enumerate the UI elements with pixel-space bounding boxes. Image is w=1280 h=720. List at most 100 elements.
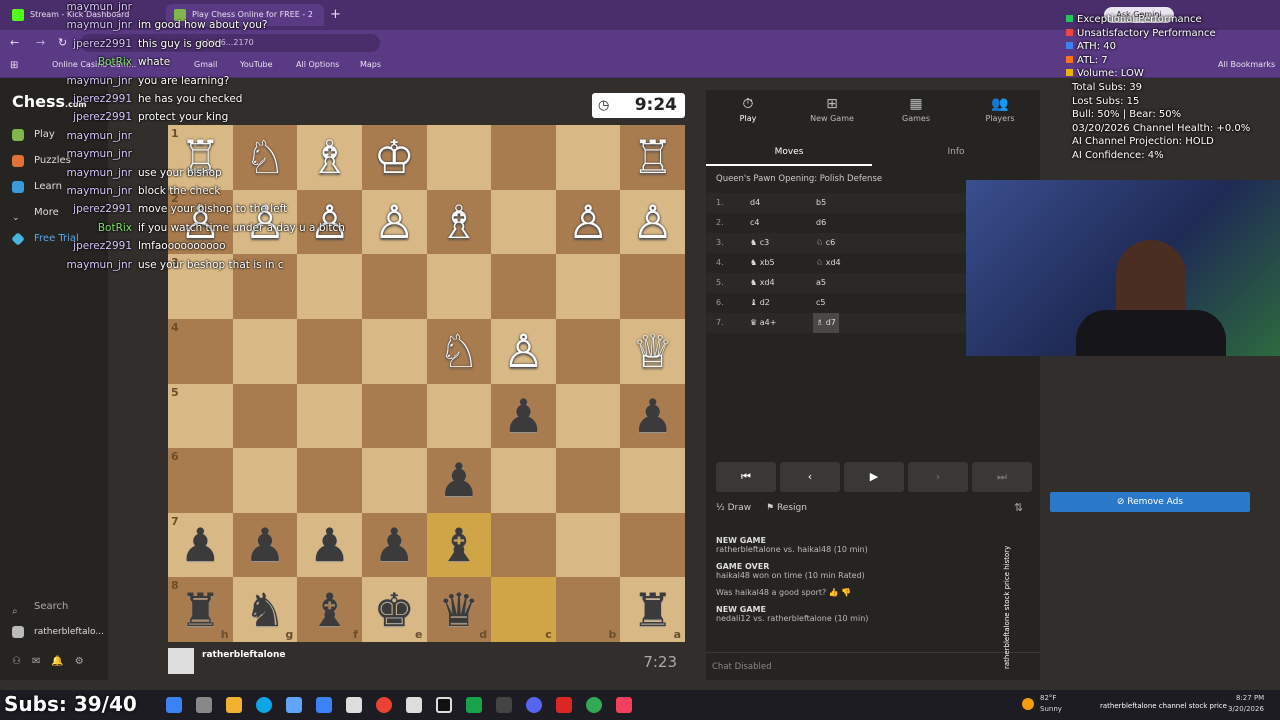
store-icon[interactable] [286, 697, 302, 713]
file-explorer-icon[interactable] [226, 697, 242, 713]
board-square[interactable] [491, 125, 556, 190]
board-square[interactable]: ♙ [620, 189, 685, 255]
board-square[interactable]: 7 ♟ [168, 512, 233, 578]
black-move[interactable]: b5 [816, 193, 826, 213]
search-taskbar-icon[interactable] [166, 697, 182, 713]
board-square[interactable]: d ♛ [426, 577, 492, 642]
prev-move-button[interactable]: ‹ [780, 462, 840, 492]
white-move[interactable]: c4 [750, 213, 760, 233]
board-square[interactable] [232, 448, 298, 513]
board-square[interactable] [491, 254, 556, 319]
board-square[interactable] [620, 448, 685, 513]
board-square[interactable]: c [491, 577, 556, 642]
board-square[interactable] [620, 254, 685, 319]
board-square[interactable] [297, 383, 362, 449]
steam-icon[interactable] [496, 697, 512, 713]
black-rook-piece[interactable]: ♜ [180, 587, 221, 633]
black-move[interactable]: d6 [816, 213, 826, 233]
task-view-icon[interactable] [196, 697, 212, 713]
black-move[interactable]: c5 [816, 293, 826, 313]
sidebar-user[interactable]: ratherbleftalo... [0, 621, 108, 643]
board-square[interactable] [361, 254, 427, 319]
board-square[interactable] [491, 189, 556, 255]
black-move[interactable]: ♘ c6 [816, 233, 835, 253]
white-king-piece[interactable]: ♔ [374, 134, 415, 180]
last-move-button[interactable]: ⏭ [972, 462, 1032, 492]
board-square[interactable]: a ♜ [620, 577, 685, 642]
music-icon[interactable] [616, 697, 632, 713]
discord-icon[interactable] [526, 697, 542, 713]
thumbs-up-icon[interactable]: 👍 [829, 588, 839, 597]
xbox-icon[interactable] [466, 697, 482, 713]
white-pawn-piece[interactable]: ♙ [632, 199, 673, 245]
board-square[interactable]: 5 [168, 383, 233, 449]
black-pawn-piece[interactable]: ♟ [503, 393, 544, 439]
white-move[interactable]: ♛ a4+ [750, 313, 776, 333]
board-square[interactable]: ♗ [426, 189, 492, 255]
board-square[interactable] [426, 125, 492, 190]
bookmark-maps[interactable]: Maps [360, 60, 381, 69]
board-square[interactable] [620, 512, 685, 578]
board-square[interactable]: ♙ [361, 189, 427, 255]
app-icon[interactable] [316, 697, 332, 713]
tab-games[interactable]: ▦ Games [886, 96, 946, 123]
board-square[interactable]: ♝ [426, 512, 492, 578]
board-square[interactable]: ♟ [620, 383, 685, 449]
tab-play[interactable]: ⏱ Play [718, 96, 778, 123]
board-square[interactable]: ♟ [491, 383, 556, 449]
board-square[interactable] [555, 125, 621, 190]
maps-icon[interactable] [556, 697, 572, 713]
white-move[interactable]: ♝ d2 [750, 293, 770, 313]
board-square[interactable] [297, 448, 362, 513]
black-pawn-piece[interactable]: ♟ [632, 393, 673, 439]
black-king-piece[interactable]: ♚ [374, 587, 415, 633]
board-square[interactable]: e ♚ [361, 577, 427, 642]
board-square[interactable]: 8 h ♜ [168, 577, 233, 642]
resign-button[interactable]: ⚑ Resign [766, 503, 807, 513]
flip-board-icon[interactable]: ⇅ [1014, 501, 1023, 514]
board-square[interactable] [297, 318, 362, 384]
obs-icon[interactable] [436, 697, 452, 713]
board-square[interactable] [555, 383, 621, 449]
board-square[interactable]: ♟ [232, 512, 298, 578]
board-square[interactable] [232, 318, 298, 384]
black-knight-piece[interactable]: ♞ [244, 587, 285, 633]
board-square[interactable] [491, 512, 556, 578]
white-pawn-piece[interactable]: ♙ [374, 199, 415, 245]
black-queen-piece[interactable]: ♛ [438, 587, 479, 633]
white-pawn-piece[interactable]: ♙ [567, 199, 608, 245]
tab-moves[interactable]: Moves [706, 138, 872, 166]
board-square[interactable] [232, 383, 298, 449]
white-move[interactable]: ♞ xb5 [750, 253, 775, 273]
black-bishop-piece[interactable]: ♝ [309, 587, 350, 633]
board-square[interactable] [361, 383, 427, 449]
new-tab-icon[interactable]: + [330, 7, 341, 22]
board-square[interactable] [555, 254, 621, 319]
black-rook-piece[interactable]: ♜ [632, 587, 673, 633]
board-square[interactable] [361, 318, 427, 384]
board-square[interactable] [426, 254, 492, 319]
white-bishop-piece[interactable]: ♗ [438, 199, 479, 245]
white-move[interactable]: d4 [750, 193, 760, 213]
board-square[interactable]: ♘ [426, 318, 492, 384]
black-move[interactable]: ♘ xd4 [816, 253, 841, 273]
white-pawn-piece[interactable]: ♙ [503, 328, 544, 374]
chrome-active-icon[interactable] [586, 697, 602, 713]
black-move[interactable]: ♗ d7 [813, 313, 839, 333]
board-square[interactable] [555, 318, 621, 384]
black-pawn-piece[interactable]: ♟ [374, 522, 415, 568]
remove-ads-button[interactable]: ⊘ Remove Ads [1050, 492, 1250, 512]
black-pawn-piece[interactable]: ♟ [180, 522, 221, 568]
black-pawn-piece[interactable]: ♟ [244, 522, 285, 568]
board-square[interactable]: g ♞ [232, 577, 298, 642]
white-knight-piece[interactable]: ♘ [438, 328, 479, 374]
board-square[interactable]: 4 [168, 318, 233, 384]
black-move[interactable]: a5 [816, 273, 826, 293]
tab-info[interactable]: Info [872, 138, 1040, 166]
board-square[interactable]: ♟ [361, 512, 427, 578]
chrome-icon[interactable] [376, 697, 392, 713]
board-square[interactable]: ♕ [620, 318, 685, 384]
board-square[interactable]: ♙ [555, 189, 621, 255]
white-move[interactable]: ♞ xd4 [750, 273, 775, 293]
board-square[interactable] [491, 448, 556, 513]
